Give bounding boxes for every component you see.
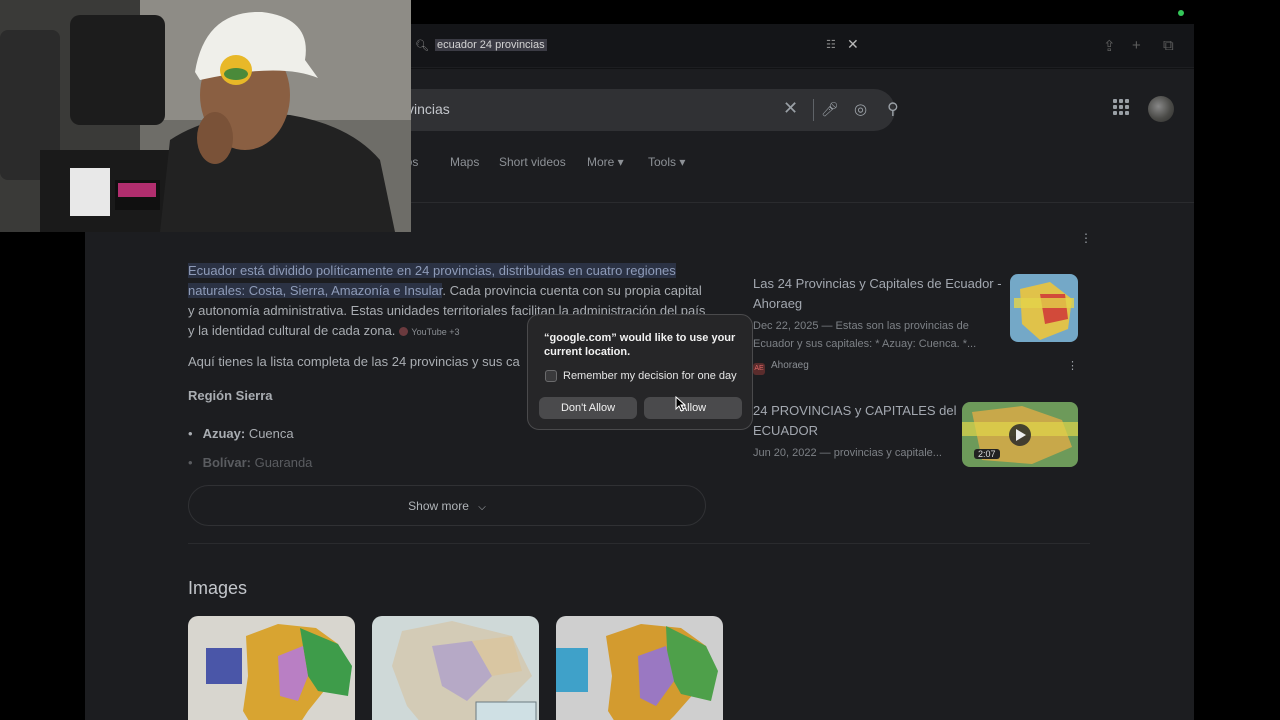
video-thumbnail[interactable]: 2:07	[962, 402, 1078, 467]
show-more-label: Show more	[408, 499, 469, 513]
camera-search-icon[interactable]: ◎	[854, 100, 867, 118]
images-heading: Images	[188, 578, 248, 598]
source-card-thumbnail[interactable]	[1010, 274, 1078, 342]
avatar[interactable]	[1148, 96, 1174, 122]
chevron-down-icon: ⌵	[478, 502, 486, 513]
video-duration: 2:07	[974, 449, 1000, 459]
search-icon: 🔍︎	[415, 40, 429, 52]
province-name: Azuay:	[202, 426, 246, 441]
share-icon[interactable]: ⇪	[1103, 37, 1116, 55]
dialog-title: “google.com” would like to use your curr…	[544, 332, 736, 358]
source-badge-label: YouTube +3	[411, 327, 460, 337]
ecuador-map-image	[206, 624, 352, 720]
ecuador-map-image	[556, 624, 718, 720]
video-card-snippet: Jun 20, 2022 — provincias y capitale...	[753, 447, 942, 459]
new-tab-icon[interactable]: +	[1132, 37, 1141, 54]
source-badge[interactable]: YouTube +3	[399, 327, 460, 337]
address-bar[interactable]: 🔍︎ ecuador 24 provincias ☷ ✕	[415, 35, 865, 57]
tab-maps[interactable]: Maps	[450, 155, 479, 169]
source-card-source[interactable]: AE Ahoraeg	[753, 360, 809, 375]
clear-address-icon[interactable]: ✕	[847, 36, 859, 53]
section-divider	[188, 543, 1090, 544]
allow-button[interactable]: Allow	[644, 397, 742, 419]
province-capital: Cuenca	[248, 426, 294, 441]
search-divider	[813, 99, 814, 121]
translate-icon[interactable]: ☷	[826, 38, 836, 51]
location-permission-dialog: “google.com” would like to use your curr…	[527, 314, 753, 430]
list-item: Azuay: Cuenca	[188, 419, 312, 448]
region-heading: Región Sierra	[188, 388, 273, 403]
address-text[interactable]: ecuador 24 provincias	[435, 39, 547, 51]
clear-search-icon[interactable]: ✕	[783, 98, 798, 119]
mouse-cursor-icon	[675, 396, 687, 412]
camera-indicator-icon	[1178, 10, 1184, 16]
tab-short-videos[interactable]: Short videos	[499, 155, 566, 169]
webcam-video-image	[0, 0, 411, 232]
image-result[interactable]	[372, 616, 539, 720]
apps-grid-icon[interactable]	[1113, 99, 1129, 115]
image-result[interactable]	[188, 616, 355, 720]
remember-decision-checkbox[interactable]	[545, 370, 557, 382]
tabs-overview-icon[interactable]: ⧉	[1163, 37, 1174, 54]
source-card-title[interactable]: Las 24 Provincias y Capitales de Ecuador…	[753, 274, 1003, 314]
image-result[interactable]	[556, 616, 723, 720]
video-card-title[interactable]: 24 PROVINCIAS y CAPITALES del ECUADOR	[753, 401, 958, 441]
province-capital: Guaranda	[254, 455, 313, 470]
source-name: Ahoraeg	[771, 360, 809, 371]
more-options-icon[interactable]: ⋮	[1067, 359, 1078, 372]
microphone-icon[interactable]: 🎤︎	[821, 101, 839, 118]
show-more-button[interactable]: Show more ⌵	[188, 485, 706, 526]
remember-decision-label[interactable]: Remember my decision for one day	[563, 370, 737, 382]
youtube-icon	[399, 327, 409, 336]
more-options-icon[interactable]: ⋮	[1080, 231, 1092, 245]
source-card-snippet: Dec 22, 2025 — Estas son las provincias …	[753, 320, 977, 350]
webcam-overlay	[0, 0, 411, 232]
search-icon[interactable]: ⚲	[887, 99, 899, 119]
list-item: Bolívar: Guaranda	[188, 448, 313, 477]
list-intro: Aquí tienes la lista completa de las 24 …	[188, 354, 520, 369]
dont-allow-button[interactable]: Don't Allow	[539, 397, 637, 419]
search-query[interactable]: vincias	[407, 101, 450, 117]
tab-more[interactable]: More ▾	[587, 155, 624, 169]
ecuador-provinces-thumbnail	[1010, 274, 1078, 342]
ecuador-map-image	[392, 621, 537, 720]
tab-tools[interactable]: Tools ▾	[648, 155, 685, 169]
province-name: Bolívar:	[202, 455, 251, 470]
ahoraeg-icon: AE	[753, 363, 765, 375]
province-list: Azuay: Cuenca Bolívar: Guaranda	[188, 419, 313, 477]
